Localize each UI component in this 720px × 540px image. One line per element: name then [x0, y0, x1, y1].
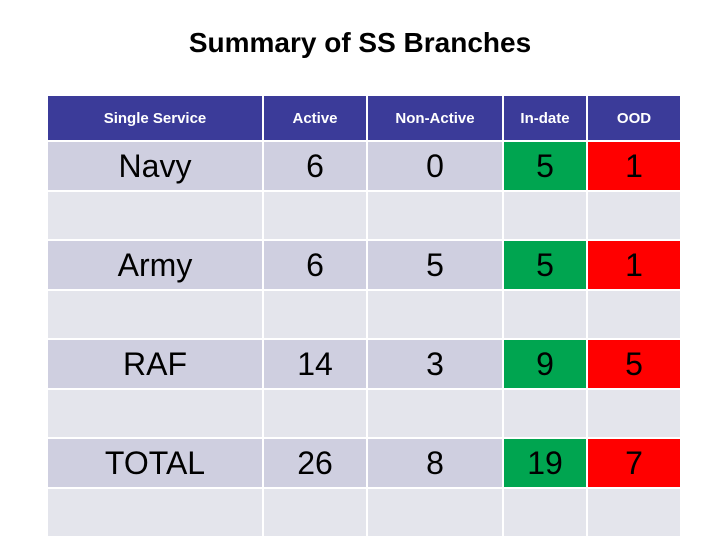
cell-ood: 7: [588, 439, 680, 487]
spacer-cell: [48, 390, 262, 437]
cell-in-date: 19: [504, 439, 586, 487]
spacer-cell: [48, 291, 262, 338]
cell-service-name: Army: [48, 241, 262, 289]
column-header-single-service: Single Service: [48, 96, 262, 140]
table-header-row: Single Service Active Non-Active In-date…: [48, 96, 680, 140]
column-header-active: Active: [264, 96, 366, 140]
cell-ood: 1: [588, 142, 680, 190]
column-header-ood: OOD: [588, 96, 680, 140]
table-spacer-row: [48, 489, 680, 536]
column-header-in-date: In-date: [504, 96, 586, 140]
spacer-cell: [504, 390, 586, 437]
cell-ood: 5: [588, 340, 680, 388]
cell-active: 6: [264, 142, 366, 190]
table-spacer-row: [48, 192, 680, 239]
table-spacer-row: [48, 291, 680, 338]
cell-active: 6: [264, 241, 366, 289]
table-row: Navy 6 0 5 1: [48, 142, 680, 190]
spacer-cell: [264, 489, 366, 536]
column-header-non-active: Non-Active: [368, 96, 502, 140]
spacer-cell: [368, 192, 502, 239]
spacer-cell: [264, 390, 366, 437]
cell-ood: 1: [588, 241, 680, 289]
spacer-cell: [504, 192, 586, 239]
cell-active: 26: [264, 439, 366, 487]
summary-table-container: Single Service Active Non-Active In-date…: [48, 96, 680, 536]
summary-table: Single Service Active Non-Active In-date…: [46, 94, 682, 538]
cell-non-active: 3: [368, 340, 502, 388]
spacer-cell: [48, 489, 262, 536]
cell-non-active: 0: [368, 142, 502, 190]
spacer-cell: [504, 489, 586, 536]
cell-service-name: RAF: [48, 340, 262, 388]
cell-service-name: TOTAL: [48, 439, 262, 487]
table-row: TOTAL 26 8 19 7: [48, 439, 680, 487]
cell-in-date: 9: [504, 340, 586, 388]
cell-active: 14: [264, 340, 366, 388]
spacer-cell: [48, 192, 262, 239]
table-row: RAF 14 3 9 5: [48, 340, 680, 388]
cell-non-active: 5: [368, 241, 502, 289]
spacer-cell: [504, 291, 586, 338]
cell-in-date: 5: [504, 241, 586, 289]
table-row: Army 6 5 5 1: [48, 241, 680, 289]
page-title: Summary of SS Branches: [188, 27, 532, 58]
cell-service-name: Navy: [48, 142, 262, 190]
spacer-cell: [588, 291, 680, 338]
spacer-cell: [588, 390, 680, 437]
spacer-cell: [264, 291, 366, 338]
spacer-cell: [368, 390, 502, 437]
cell-in-date: 5: [504, 142, 586, 190]
spacer-cell: [264, 192, 366, 239]
spacer-cell: [588, 192, 680, 239]
spacer-cell: [588, 489, 680, 536]
slide: Summary of SS Branches Single Service Ac…: [0, 0, 720, 540]
spacer-cell: [368, 489, 502, 536]
cell-non-active: 8: [368, 439, 502, 487]
table-spacer-row: [48, 390, 680, 437]
spacer-cell: [368, 291, 502, 338]
